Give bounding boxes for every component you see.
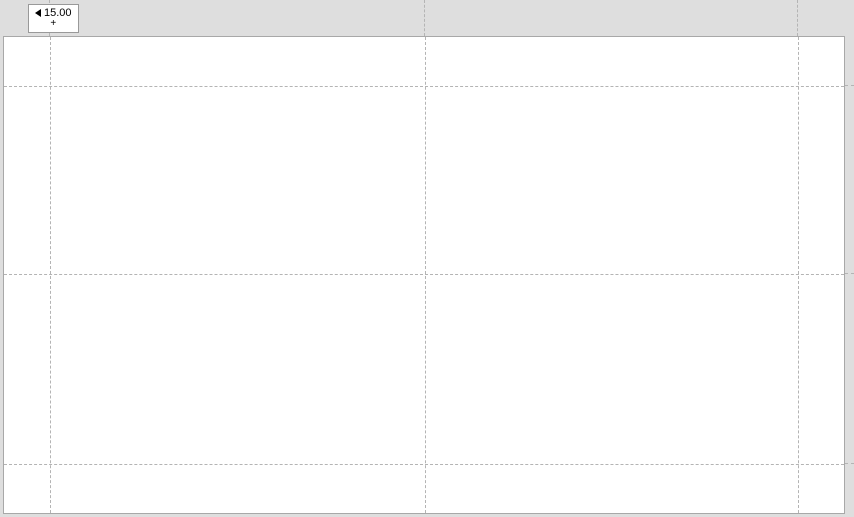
guide-position-tooltip: 15.00 +: [28, 4, 79, 33]
crosshair-plus-icon: +: [35, 19, 72, 29]
guide-vertical[interactable]: [425, 37, 426, 513]
right-margin-strip: [845, 0, 854, 517]
guide-horizontal[interactable]: [4, 86, 844, 87]
margin-guide-horizontal: [845, 273, 854, 274]
guide-horizontal[interactable]: [4, 464, 844, 465]
guide-position-value: 15.00: [44, 7, 72, 19]
ruler-strip: [0, 0, 854, 36]
margin-guide-horizontal: [845, 85, 854, 86]
guide-vertical[interactable]: [798, 37, 799, 513]
ruler-guide-vertical: [797, 0, 798, 36]
margin-guide-horizontal: [845, 463, 854, 464]
guide-vertical[interactable]: [50, 37, 51, 513]
triangle-left-icon: [35, 9, 41, 17]
drawing-canvas[interactable]: [3, 36, 845, 514]
guide-horizontal[interactable]: [4, 274, 844, 275]
ruler-guide-vertical: [424, 0, 425, 36]
